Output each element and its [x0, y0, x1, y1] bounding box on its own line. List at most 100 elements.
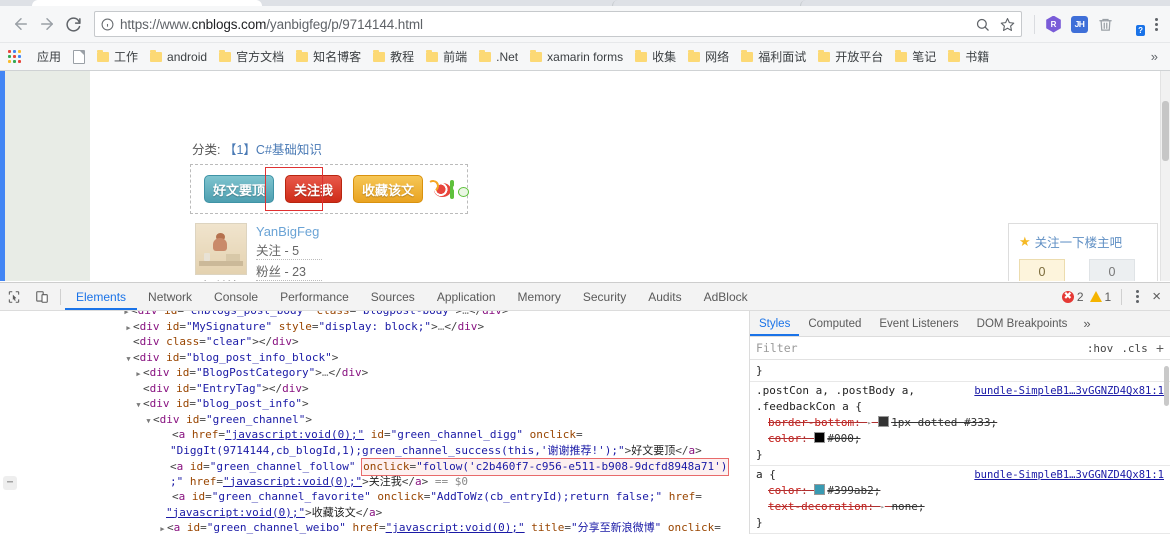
extension-jh-icon[interactable]: JH	[1071, 15, 1088, 33]
profile-avatar[interactable]: ?	[1123, 15, 1145, 36]
tab-application[interactable]: Application	[426, 283, 507, 310]
favorite-button[interactable]: 收藏该文	[353, 175, 424, 203]
tab-elements[interactable]: Elements	[65, 283, 137, 310]
bookmark-item-guanfangwendang[interactable]: 官方文档	[213, 46, 290, 67]
hov-toggle[interactable]: :hov	[1087, 342, 1114, 355]
dom-line-digg-2[interactable]: "DiggIt(9714144,cb_blogId,1);green_chann…	[0, 443, 749, 459]
rule-source-link[interactable]: bundle-SimpleB1…3vGGNZD4Qx81:1	[974, 383, 1164, 399]
cls-toggle[interactable]: .cls	[1121, 342, 1148, 355]
add-follow-link[interactable]: +加关注	[195, 276, 240, 281]
color-swatch[interactable]	[814, 432, 826, 443]
extension-r-icon[interactable]: R	[1046, 15, 1061, 33]
bookmark-item-jiaocheng[interactable]: 教程	[367, 46, 420, 67]
dom-line-weibo[interactable]: <a id="green_channel_weibo" href="javasc…	[0, 520, 749, 534]
tab-network[interactable]: Network	[137, 283, 203, 310]
digg-vote[interactable]: 0 推荐	[1019, 259, 1065, 281]
color-swatch[interactable]	[814, 484, 826, 495]
error-count-badge[interactable]: ✖ 2	[1061, 290, 1084, 304]
browser-tab-active[interactable]	[32, 0, 262, 6]
bookmark-item-android[interactable]: android	[144, 48, 213, 66]
bookmarks-overflow-icon[interactable]: »	[1151, 49, 1162, 64]
dom-breadcrumb-overflow[interactable]: ⋯	[3, 476, 17, 490]
styles-tabs-overflow-icon[interactable]: »	[1076, 311, 1097, 336]
styles-rules-list[interactable]: vertical-align: middle; } .postCon a, .p…	[750, 360, 1170, 534]
tab-security[interactable]: Security	[572, 283, 637, 310]
wechat-share-icon[interactable]	[449, 179, 471, 199]
reload-button[interactable]	[60, 11, 86, 37]
rule-selector[interactable]: .postCon a, .postBody a, .feedbackCon a …	[756, 383, 966, 415]
extension-trash-icon[interactable]	[1097, 16, 1114, 33]
close-devtools-icon[interactable]: ×	[1149, 289, 1164, 304]
tab-performance[interactable]: Performance	[269, 283, 360, 310]
color-swatch[interactable]	[878, 416, 890, 427]
dom-line-green-channel[interactable]: <div id="green_channel">	[0, 412, 749, 428]
star-icon[interactable]	[1000, 17, 1015, 32]
inspect-element-icon[interactable]	[0, 283, 28, 310]
browser-tab-3[interactable]	[800, 0, 981, 6]
page-scrollbar[interactable]	[1160, 71, 1170, 281]
tab-dom-breakpoints[interactable]: DOM Breakpoints	[968, 311, 1077, 336]
dom-tree-pane[interactable]: <div id="cnblogs_post_body" class="blogp…	[0, 311, 749, 534]
declaration-color[interactable]: color: #399ab2;	[750, 483, 1170, 499]
bookmark-item-fulimianshi[interactable]: 福利面试	[735, 46, 812, 67]
declaration-text-decoration[interactable]: text-decoration: ▸ none;	[750, 499, 1170, 515]
tab-event-listeners[interactable]: Event Listeners	[870, 311, 967, 336]
devtools-more-icon[interactable]	[1132, 290, 1143, 303]
bookmark-item-qianduan[interactable]: 前端	[420, 46, 473, 67]
dom-line-cnblogs-post-body[interactable]: <div id="cnblogs_post_body" class="blogp…	[0, 311, 749, 319]
bookmark-item-zhimingboke[interactable]: 知名博客	[290, 46, 367, 67]
apps-grid-icon[interactable]	[8, 50, 21, 63]
digg-button[interactable]: 好文要顶	[204, 175, 275, 203]
tab-adblock[interactable]: AdBlock	[693, 283, 759, 310]
bookmark-item-kaifangpingtai[interactable]: 开放平台	[812, 46, 889, 67]
browser-tab-2[interactable]	[612, 0, 793, 6]
dom-line-digg-1[interactable]: <a href="javascript:void(0);" id="green_…	[0, 427, 749, 443]
bookmark-item-shouji[interactable]: 收集	[629, 46, 682, 67]
site-info-icon[interactable]	[101, 18, 114, 31]
dom-line-entrytag[interactable]: <div id="EntryTag"></div>	[0, 381, 749, 397]
dom-line-favorite-1[interactable]: <a id="green_channel_favorite" onclick="…	[0, 489, 749, 505]
bookmark-item-biji[interactable]: 笔记	[889, 46, 942, 67]
dom-line-follow-selected-2[interactable]: ;" href="javascript:void(0);">关注我</a> ==…	[0, 474, 749, 490]
dom-line-clear[interactable]: <div class="clear"></div>	[0, 334, 749, 350]
author-fans[interactable]: 粉丝 - 23	[256, 261, 322, 281]
new-style-rule-button[interactable]: +	[1156, 341, 1164, 355]
follow-widget-title[interactable]: ★ 关注一下楼主吧	[1019, 232, 1147, 251]
dom-line-mysignature[interactable]: <div id="MySignature" style="display: bl…	[0, 319, 749, 335]
bury-vote[interactable]: 0 反对	[1089, 259, 1135, 281]
rule-source-link[interactable]: bundle-SimpleB1…3vGGNZD4Qx81:1	[974, 467, 1164, 483]
bookmark-item-doc[interactable]	[67, 48, 91, 66]
forward-button[interactable]	[34, 11, 60, 37]
tab-styles[interactable]: Styles	[750, 311, 799, 336]
declaration-border-bottom[interactable]: border-bottom: ▸ 1px dotted #333;	[750, 415, 1170, 431]
bookmark-item-net[interactable]: .Net	[473, 48, 524, 66]
tab-sources[interactable]: Sources	[360, 283, 426, 310]
dom-line-blog-post-info[interactable]: <div id="blog_post_info">	[0, 396, 749, 412]
bookmark-apps[interactable]: 应用	[31, 46, 67, 67]
author-avatar[interactable]	[195, 223, 247, 275]
warning-count-badge[interactable]: 1	[1089, 290, 1111, 304]
category-link[interactable]: 【1】C#基础知识	[224, 143, 322, 157]
address-bar[interactable]: https://www.cnblogs.com/yanbigfeg/p/9714…	[94, 11, 1022, 37]
styles-scrollbar[interactable]	[1163, 360, 1170, 534]
dom-line-blog-post-info-block[interactable]: <div id="blog_post_info_block">	[0, 350, 749, 366]
rule-selector[interactable]: a {	[756, 467, 966, 483]
tab-audits[interactable]: Audits	[637, 283, 692, 310]
dom-line-follow-selected-1[interactable]: <a id="green_channel_follow" onclick="fo…	[0, 458, 749, 476]
bookmark-item-shuji[interactable]: 书籍	[942, 46, 995, 67]
weibo-share-icon[interactable]	[425, 179, 452, 198]
tab-computed[interactable]: Computed	[799, 311, 870, 336]
bookmark-item-wangluo[interactable]: 网络	[682, 46, 735, 67]
back-button[interactable]	[8, 11, 34, 37]
bookmark-item-gongzuo[interactable]: 工作	[91, 46, 144, 67]
search-icon[interactable]	[975, 17, 990, 32]
browser-menu-icon[interactable]	[1151, 17, 1162, 31]
toggle-device-toolbar-icon[interactable]	[28, 283, 56, 310]
author-following[interactable]: 关注 - 5	[256, 240, 322, 260]
bookmark-item-xamarin-forms[interactable]: xamarin forms	[524, 48, 629, 66]
styles-filter-input[interactable]: Filter	[756, 341, 1079, 355]
author-name-link[interactable]: YanBigFeg	[256, 224, 322, 239]
tab-console[interactable]: Console	[203, 283, 269, 310]
declaration-color[interactable]: color: #000;	[750, 431, 1170, 447]
dom-line-favorite-2[interactable]: "javascript:void(0);">收藏该文</a>	[0, 505, 749, 521]
